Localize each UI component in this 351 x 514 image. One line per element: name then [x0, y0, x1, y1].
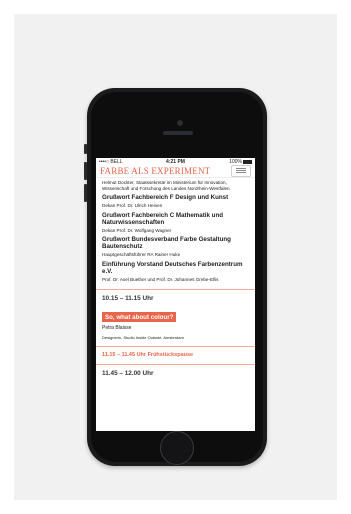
- menu-icon-line: [236, 167, 246, 169]
- item-person: Hauptgeschäftsführer RA Rainer Huke: [102, 252, 181, 258]
- intro-text: Helmut Dockter, Staatssekretär im Minist…: [102, 180, 230, 191]
- program-item: Grußwort Fachbereich F Design und Kunst …: [102, 194, 249, 209]
- item-title: Grußwort Fachbereich F Design und Kunst: [102, 194, 229, 202]
- program-item: Grußwort Fachbereich C Mathematik und Na…: [102, 212, 249, 234]
- section-divider: [96, 288, 255, 290]
- home-button[interactable]: [160, 431, 194, 465]
- menu-icon-line: [236, 170, 246, 171]
- app-header: FARBE ALS EXPERIMENT: [96, 164, 255, 178]
- item-person: Prof. Dr. Axel Buether und Prof. Dr. Joh…: [102, 276, 219, 282]
- item-title: Einführung Vorstand Deutsches Farbenzent…: [102, 260, 243, 275]
- item-person: Dekan Prof. Dr. Ulrich Heinen: [102, 203, 163, 209]
- volume-up-button: [84, 162, 87, 180]
- item-title: Grußwort Fachbereich C Mathematik und Na…: [102, 211, 224, 226]
- program-item: Grußwort Bundesverband Farbe Gestaltung …: [102, 236, 249, 258]
- site-logo[interactable]: FARBE ALS EXPERIMENT: [100, 166, 231, 176]
- section-divider: [96, 346, 255, 348]
- hamburger-menu-button[interactable]: [231, 164, 251, 177]
- speaker-affiliation: Designerin, Studio Inside Outside, Amste…: [102, 334, 184, 340]
- session-time: 11.45 – 12.00 Uhr: [102, 370, 154, 378]
- menu-icon-line: [236, 172, 246, 174]
- session-time: 10.15 – 11.15 Uhr: [102, 294, 154, 302]
- break-slot: 11.15 – 11.45 Uhr Frühstückspause: [102, 352, 194, 359]
- volume-down-button: [84, 184, 87, 202]
- speaker-name: Petra Blaisse: [102, 325, 132, 332]
- mute-switch: [84, 144, 87, 154]
- section-divider: [96, 364, 255, 366]
- earpiece-speaker: [163, 131, 193, 135]
- program-content: Helmut Dockter, Staatssekretär im Minist…: [96, 180, 255, 381]
- program-item: Einführung Vorstand Deutsches Farbenzent…: [102, 261, 249, 283]
- item-title: Grußwort Bundesverband Farbe Gestaltung …: [102, 236, 231, 251]
- phone-screen: ••••○ BELL 4:21 PM 100% FARBE ALS EXPERI…: [96, 158, 255, 431]
- item-person: Dekan Prof. Dr. Wolfgang Wagner: [102, 227, 172, 233]
- front-camera-icon: [177, 120, 183, 126]
- talk-title-badge[interactable]: So, what about colour?: [102, 312, 177, 323]
